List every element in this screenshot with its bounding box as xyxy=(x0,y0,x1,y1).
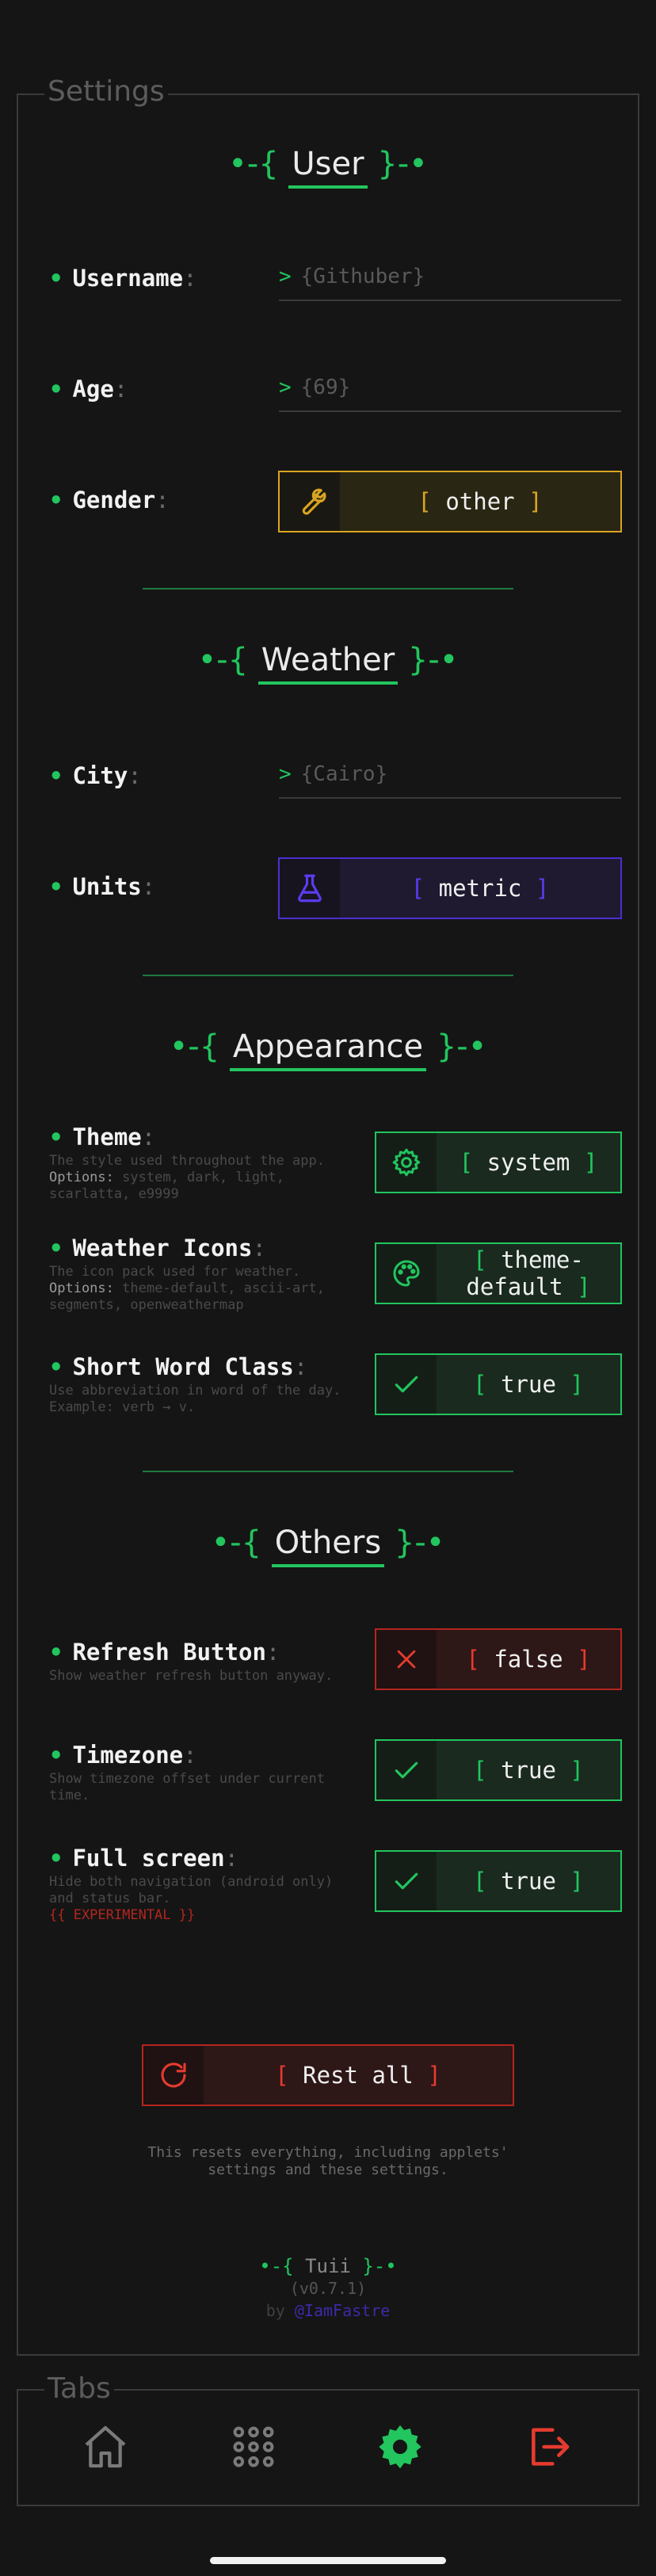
refresh-button-label: • Refresh Button: xyxy=(49,1639,280,1666)
app-brand: •-{ Tuii }-• xyxy=(259,2255,397,2277)
app-version: (v0.7.1) xyxy=(289,2279,367,2298)
full-screen-toggle[interactable]: [ true ] xyxy=(375,1850,622,1912)
full-screen-value: true xyxy=(501,1868,556,1895)
settings-tab[interactable] xyxy=(375,2421,425,2472)
theme-description: The style used throughout the app. Optio… xyxy=(49,1153,325,1202)
tabs-legend: Tabs xyxy=(44,2373,114,2405)
full-screen-description: Hide both navigation (android only) and … xyxy=(49,1874,334,1923)
units-selector[interactable]: [ metric ] xyxy=(278,857,622,919)
home-indicator[interactable] xyxy=(210,2557,446,2564)
theme-selector[interactable]: [ system ] xyxy=(375,1132,622,1193)
gender-value: other xyxy=(445,488,515,515)
gear-icon xyxy=(376,1133,437,1192)
refresh-button-toggle[interactable]: [ false ] xyxy=(375,1628,622,1690)
check-icon xyxy=(376,1355,437,1414)
reset-all-label: Rest all xyxy=(303,2062,414,2089)
theme-label: • Theme: xyxy=(49,1124,156,1151)
author-link[interactable]: @IamFastre xyxy=(295,2301,390,2320)
check-icon xyxy=(376,1741,437,1799)
apps-grid-icon xyxy=(233,2426,274,2467)
user-section-title: •-{ User }-• xyxy=(0,146,656,189)
home-tab[interactable] xyxy=(80,2421,131,2472)
refresh-button-description: Show weather refresh button anyway. xyxy=(49,1668,334,1684)
experimental-warning: {{ EXPERIMENTAL }} xyxy=(49,1907,196,1923)
reset-all-button[interactable]: [ Rest all ] xyxy=(142,2044,514,2106)
weather-icons-value-line1: theme- xyxy=(501,1246,584,1273)
timezone-value: true xyxy=(501,1757,556,1784)
theme-value: system xyxy=(486,1149,570,1176)
age-label: • Age: xyxy=(49,376,128,403)
logout-tab[interactable] xyxy=(523,2421,574,2472)
others-section-title: •-{ Others }-• xyxy=(0,1525,656,1567)
units-value: metric xyxy=(438,875,522,902)
home-icon xyxy=(85,2425,126,2468)
user-title: User xyxy=(288,146,368,189)
reset-note: This resets everything, including applet… xyxy=(147,2144,509,2178)
others-title: Others xyxy=(271,1525,385,1567)
weather-section-title: •-{ Weather }-• xyxy=(0,642,656,685)
app-credits: by @IamFastre xyxy=(265,2301,391,2320)
gender-label: • Gender: xyxy=(49,487,170,513)
palette-icon xyxy=(376,1244,437,1303)
weather-icons-label: • Weather Icons: xyxy=(49,1235,266,1261)
weather-icons-value-line2: default xyxy=(466,1273,563,1300)
settings-gear-icon xyxy=(379,2425,421,2469)
short-word-class-description: Use abbreviation in word of the day. Exa… xyxy=(49,1383,341,1415)
timezone-toggle[interactable]: [ true ] xyxy=(375,1739,622,1801)
check-icon xyxy=(376,1852,437,1910)
apps-tab[interactable] xyxy=(228,2421,279,2472)
timezone-label: • Timezone: xyxy=(49,1742,197,1769)
age-input[interactable]: > {69} xyxy=(279,371,621,412)
section-divider xyxy=(143,975,513,976)
weather-title: Weather xyxy=(257,642,399,685)
username-label: • Username: xyxy=(49,265,197,292)
section-divider xyxy=(143,588,513,590)
full-screen-label: • Full screen: xyxy=(49,1845,238,1872)
wrench-icon xyxy=(280,472,340,531)
flask-icon xyxy=(280,859,340,918)
gender-selector[interactable]: [ other ] xyxy=(278,471,622,532)
short-word-class-toggle[interactable]: [ true ] xyxy=(375,1353,622,1415)
appearance-title: Appearance xyxy=(229,1028,427,1071)
short-word-class-label: • Short Word Class: xyxy=(49,1353,308,1380)
weather-icons-description: The icon pack used for weather. Options:… xyxy=(49,1264,326,1313)
timezone-description: Show timezone offset under current time. xyxy=(49,1771,325,1803)
section-divider xyxy=(143,1471,513,1472)
logout-icon xyxy=(532,2428,570,2466)
weather-icons-selector[interactable]: [ theme- default ] xyxy=(375,1242,622,1304)
close-icon xyxy=(376,1630,437,1689)
refresh-icon xyxy=(143,2046,204,2105)
units-label: • Units: xyxy=(49,873,156,900)
username-input[interactable]: > {Githuber} xyxy=(279,260,621,301)
settings-frame xyxy=(17,93,639,2356)
refresh-button-value: false xyxy=(494,1646,563,1673)
city-label: • City: xyxy=(49,762,142,789)
settings-legend: Settings xyxy=(44,76,168,108)
appearance-section-title: •-{ Appearance }-• xyxy=(0,1028,656,1071)
city-input[interactable]: > {Cairo} xyxy=(279,758,621,799)
short-word-class-value: true xyxy=(501,1371,556,1398)
